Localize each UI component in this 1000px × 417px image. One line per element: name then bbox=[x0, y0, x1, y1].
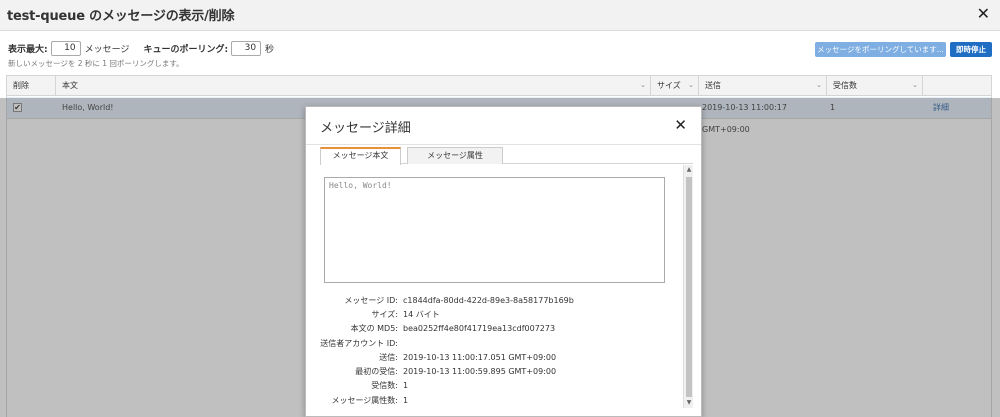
sort-caret-icon[interactable]: ⌄ bbox=[816, 76, 822, 95]
attribute-key: 送信者アカウント ID: bbox=[320, 338, 398, 348]
max-display-input[interactable]: 10 bbox=[50, 40, 81, 56]
column-header-size[interactable]: サイズ ⌄ bbox=[651, 76, 699, 96]
message-body-textarea[interactable]: Hello, World! bbox=[324, 177, 665, 283]
sort-caret-icon[interactable]: ⌄ bbox=[688, 76, 694, 95]
modal-header: メッセージ詳細 ✕ bbox=[306, 107, 701, 145]
close-icon[interactable]: ✕ bbox=[977, 4, 990, 23]
attribute-value: bea0252ff4e80f41719ea13cdf007273 bbox=[403, 324, 556, 334]
column-header-body[interactable]: 本文 ⌄ bbox=[56, 76, 651, 96]
attribute-key: 受信数: bbox=[371, 381, 398, 391]
column-header-delete[interactable]: 削除 bbox=[7, 76, 56, 96]
attribute-row: 送信者アカウント ID: bbox=[320, 336, 670, 350]
scrollbar-thumb[interactable] bbox=[686, 177, 692, 397]
attribute-row: メッセージ属性数: 1 bbox=[320, 393, 670, 407]
poll-duration-input[interactable]: 30 bbox=[231, 40, 262, 56]
tab-message-body[interactable]: メッセージ本文 bbox=[320, 147, 401, 165]
attribute-value: 1 bbox=[403, 395, 409, 405]
attribute-row: サイズ: 14 バイト bbox=[320, 307, 670, 321]
dialog-title: test-queue のメッセージの表示/削除 bbox=[7, 9, 235, 24]
attribute-value: 14 バイト bbox=[403, 309, 440, 319]
dialog-title-bar: test-queue のメッセージの表示/削除 ✕ bbox=[0, 0, 1000, 31]
message-attributes-list: メッセージ ID: c1844dfa-80dd-422d-89e3-8a58177… bbox=[320, 293, 670, 407]
poll-duration-label: キューのポーリング: bbox=[143, 44, 229, 55]
table-header: 削除 本文 ⌄ サイズ ⌄ 送信 ⌄ 受信数 ⌄ bbox=[7, 76, 991, 96]
attribute-row: メッセージ ID: c1844dfa-80dd-422d-89e3-8a58177… bbox=[320, 293, 670, 307]
attribute-row: 最初の受信: 2019-10-13 11:00:59.895 GMT+09:00 bbox=[320, 364, 670, 378]
tab-panel: Hello, World! メッセージ ID: c1844dfa-80dd-422… bbox=[320, 165, 693, 417]
attribute-key: 最初の受信: bbox=[355, 367, 398, 377]
modal-tabs: メッセージ本文 メッセージ属性 bbox=[320, 146, 693, 165]
max-display-unit: メッセージ bbox=[84, 44, 130, 55]
attribute-row: 送信: 2019-10-13 11:00:17.051 GMT+09:00 bbox=[320, 350, 670, 364]
attribute-value: 2019-10-13 11:00:17.051 GMT+09:00 bbox=[403, 352, 557, 362]
attribute-row: 受信数: 1 bbox=[320, 379, 670, 393]
polling-status-button[interactable]: メッセージをポーリングしています... bbox=[815, 42, 946, 57]
scroll-up-icon[interactable]: ▲ bbox=[684, 165, 694, 175]
column-header-sent[interactable]: 送信 ⌄ bbox=[699, 76, 827, 96]
attribute-key: 本文の MD5: bbox=[350, 324, 398, 334]
attribute-row: 本文の MD5: bea0252ff4e80f41719ea13cdf007273 bbox=[320, 322, 670, 336]
tab-message-attributes[interactable]: メッセージ属性 bbox=[407, 147, 503, 164]
attribute-key: メッセージ ID: bbox=[344, 295, 398, 305]
close-icon[interactable]: ✕ bbox=[674, 116, 687, 134]
attribute-value: 1 bbox=[403, 381, 409, 391]
max-display-label: 表示最大: bbox=[8, 44, 48, 55]
attribute-key: サイズ: bbox=[371, 309, 398, 319]
attribute-key: メッセージ属性数: bbox=[331, 395, 398, 405]
sort-caret-icon[interactable]: ⌄ bbox=[640, 76, 646, 95]
scroll-down-icon[interactable]: ▼ bbox=[684, 398, 694, 408]
stop-now-button[interactable]: 即時停止 bbox=[950, 42, 992, 57]
modal-title: メッセージ詳細 bbox=[320, 121, 411, 136]
attribute-value: c1844dfa-80dd-422d-89e3-8a58177b169b bbox=[403, 295, 574, 305]
panel-scrollbar[interactable]: ▲ ▼ bbox=[683, 165, 693, 408]
poll-duration-unit: 秒 bbox=[265, 44, 275, 55]
polling-note: 新しいメッセージを 2 秒に 1 回ポーリングします。 bbox=[8, 59, 184, 68]
polling-controls: 表示最大: 10 メッセージ キューのポーリング: 30 秒 新しいメッセージを… bbox=[8, 40, 288, 69]
attribute-value: 2019-10-13 11:00:59.895 GMT+09:00 bbox=[403, 367, 557, 377]
attribute-key: 送信: bbox=[379, 352, 398, 362]
column-header-receive-count[interactable]: 受信数 ⌄ bbox=[827, 76, 923, 96]
message-detail-modal: メッセージ詳細 ✕ メッセージ本文 メッセージ属性 Hello, World! … bbox=[305, 106, 702, 417]
sort-caret-icon[interactable]: ⌄ bbox=[912, 76, 918, 95]
